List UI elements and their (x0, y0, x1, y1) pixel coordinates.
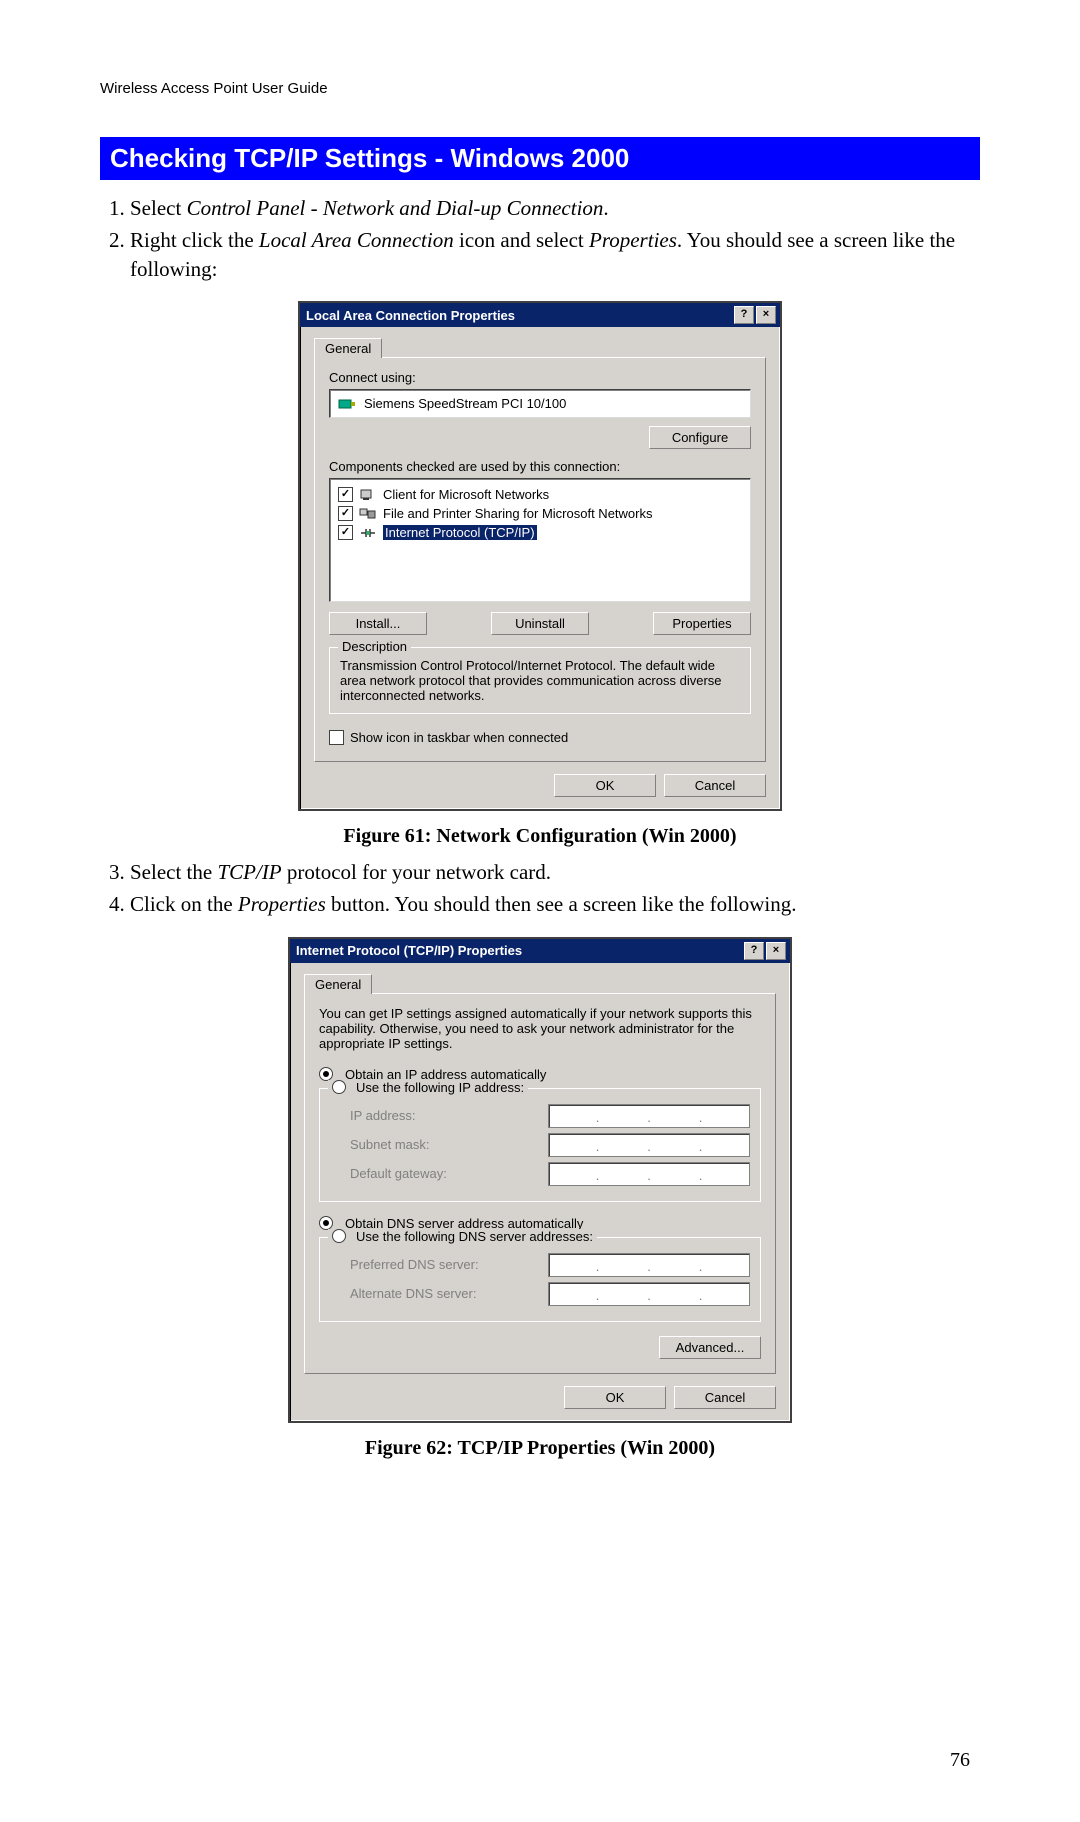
radio-icon[interactable] (332, 1080, 346, 1094)
ok-button[interactable]: OK (554, 774, 656, 797)
running-header: Wireless Access Point User Guide (100, 80, 980, 97)
tab-general[interactable]: General (304, 974, 372, 994)
component-file-printer-sharing[interactable]: File and Printer Sharing for Microsoft N… (338, 504, 742, 523)
section-heading: Checking TCP/IP Settings - Windows 2000 (100, 137, 980, 180)
ip-address-field[interactable]: ... (548, 1104, 750, 1128)
default-gateway-label: Default gateway: (350, 1166, 447, 1181)
page-number: 76 (950, 1749, 970, 1772)
titlebar: Local Area Connection Properties ? × (300, 303, 780, 327)
step4-pre: Click on the (130, 892, 238, 916)
cancel-button[interactable]: Cancel (664, 774, 766, 797)
preferred-dns-field[interactable]: ... (548, 1253, 750, 1277)
subnet-mask-field[interactable]: ... (548, 1133, 750, 1157)
radio-use-dns-label[interactable]: Use the following DNS server addresses: (356, 1229, 593, 1244)
component-label: File and Printer Sharing for Microsoft N… (383, 506, 652, 521)
connect-using-label: Connect using: (329, 370, 751, 385)
ip-address-label: IP address: (350, 1108, 416, 1123)
checkbox-icon[interactable] (329, 730, 344, 745)
nic-icon (338, 397, 356, 411)
close-button[interactable]: × (766, 942, 786, 960)
properties-button[interactable]: Properties (653, 612, 751, 635)
step-2: Right click the Local Area Connection ic… (130, 226, 980, 283)
help-button[interactable]: ? (734, 306, 754, 324)
protocol-icon (359, 526, 377, 540)
step-4: Click on the Properties button. You shou… (130, 890, 980, 918)
alternate-dns-field[interactable]: ... (548, 1282, 750, 1306)
advanced-button[interactable]: Advanced... (659, 1336, 761, 1359)
default-gateway-field[interactable]: ... (548, 1162, 750, 1186)
preferred-dns-label: Preferred DNS server: (350, 1257, 479, 1272)
close-button[interactable]: × (756, 306, 776, 324)
dialog-title: Local Area Connection Properties (306, 308, 515, 323)
radio-icon[interactable] (332, 1229, 346, 1243)
sharing-icon (359, 507, 377, 521)
component-label-selected: Internet Protocol (TCP/IP) (383, 525, 537, 540)
step4-em: Properties (238, 892, 326, 916)
step3-pre: Select the (130, 860, 217, 884)
adapter-name: Siemens SpeedStream PCI 10/100 (364, 396, 566, 411)
subnet-mask-label: Subnet mask: (350, 1137, 430, 1152)
component-client-ms-networks[interactable]: Client for Microsoft Networks (338, 485, 742, 504)
step2-em1: Local Area Connection (259, 228, 454, 252)
checkbox-icon[interactable] (338, 506, 353, 521)
configure-button[interactable]: Configure (649, 426, 751, 449)
step-3: Select the TCP/IP protocol for your netw… (130, 858, 980, 886)
local-area-connection-properties-dialog: Local Area Connection Properties ? × Gen… (298, 301, 782, 811)
radio-use-ip-label[interactable]: Use the following IP address: (356, 1080, 524, 1095)
figure-62-caption: Figure 62: TCP/IP Properties (Win 2000) (100, 1437, 980, 1460)
client-icon (359, 488, 377, 502)
component-tcpip[interactable]: Internet Protocol (TCP/IP) (338, 523, 742, 542)
help-button[interactable]: ? (744, 942, 764, 960)
step2-mid: icon and select (454, 228, 589, 252)
step1-pre: Select (130, 196, 187, 220)
step1-post: . (603, 196, 608, 220)
show-icon-label: Show icon in taskbar when connected (350, 730, 568, 745)
ok-button[interactable]: OK (564, 1386, 666, 1409)
intro-text: You can get IP settings assigned automat… (319, 1006, 761, 1051)
description-text: Transmission Control Protocol/Internet P… (340, 658, 740, 703)
checkbox-icon[interactable] (338, 487, 353, 502)
step2-em2: Properties (589, 228, 677, 252)
step3-em: TCP/IP (217, 860, 281, 884)
component-label: Client for Microsoft Networks (383, 487, 549, 502)
cancel-button[interactable]: Cancel (674, 1386, 776, 1409)
step1-em: Control Panel - Network and Dial-up Conn… (187, 196, 604, 220)
description-title: Description (338, 639, 411, 654)
components-list[interactable]: Client for Microsoft Networks File and P… (329, 478, 751, 602)
tab-general[interactable]: General (314, 338, 382, 358)
step-1: Select Control Panel - Network and Dial-… (130, 194, 980, 222)
use-dns-group: Use the following DNS server addresses: … (319, 1237, 761, 1322)
titlebar: Internet Protocol (TCP/IP) Properties ? … (290, 939, 790, 963)
components-label: Components checked are used by this conn… (329, 459, 751, 474)
adapter-field: Siemens SpeedStream PCI 10/100 (329, 389, 751, 418)
step3-post: protocol for your network card. (282, 860, 551, 884)
tcpip-properties-dialog: Internet Protocol (TCP/IP) Properties ? … (288, 937, 792, 1423)
use-ip-group: Use the following IP address: IP address… (319, 1088, 761, 1202)
figure-61-caption: Figure 61: Network Configuration (Win 20… (100, 825, 980, 848)
dialog-title: Internet Protocol (TCP/IP) Properties (296, 943, 522, 958)
description-group: Description Transmission Control Protoco… (329, 647, 751, 714)
checkbox-icon[interactable] (338, 525, 353, 540)
step2-pre: Right click the (130, 228, 259, 252)
show-icon-row[interactable]: Show icon in taskbar when connected (329, 728, 751, 747)
uninstall-button[interactable]: Uninstall (491, 612, 589, 635)
install-button[interactable]: Install... (329, 612, 427, 635)
alternate-dns-label: Alternate DNS server: (350, 1286, 476, 1301)
step4-post: button. You should then see a screen lik… (326, 892, 797, 916)
